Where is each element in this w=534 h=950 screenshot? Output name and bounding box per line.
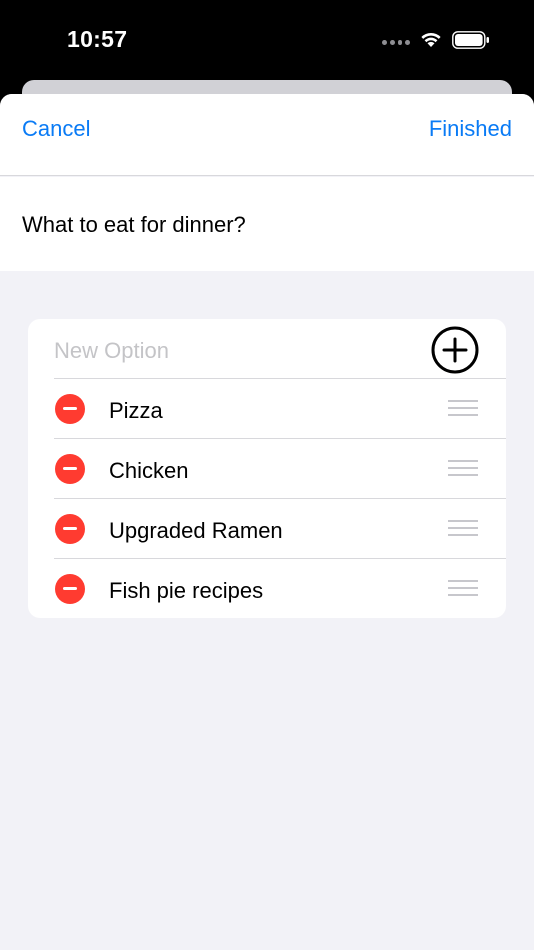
- cancel-button[interactable]: Cancel: [22, 116, 90, 142]
- reorder-handle-icon[interactable]: [448, 520, 478, 537]
- edit-poll-sheet: Cancel Finished What to eat for dinner? …: [0, 94, 534, 950]
- wifi-icon: [421, 32, 441, 47]
- list-item: Fish pie recipes: [54, 558, 506, 618]
- finished-button[interactable]: Finished: [429, 116, 512, 142]
- question-text: What to eat for dinner?: [22, 212, 246, 237]
- list-item: Upgraded Ramen: [54, 498, 506, 558]
- options-list: New Option Pizza Chicken Upgraded Ramen …: [28, 319, 506, 618]
- option-label: Pizza: [109, 398, 163, 423]
- reorder-handle-icon[interactable]: [448, 580, 478, 597]
- status-bar: 10:57: [0, 0, 534, 80]
- navigation-bar: Cancel Finished: [0, 94, 534, 176]
- remove-circle-icon[interactable]: [55, 574, 85, 604]
- new-option-input[interactable]: New Option: [54, 338, 169, 364]
- battery-icon: [452, 31, 489, 49]
- list-item: Pizza: [54, 378, 506, 438]
- reorder-handle-icon[interactable]: [448, 400, 478, 417]
- remove-circle-icon[interactable]: [55, 514, 85, 544]
- list-item: Chicken: [54, 438, 506, 498]
- new-option-row: New Option: [54, 319, 506, 379]
- reorder-handle-icon[interactable]: [448, 460, 478, 477]
- status-time: 10:57: [67, 26, 128, 52]
- question-field[interactable]: What to eat for dinner?: [0, 177, 534, 271]
- add-circle-icon[interactable]: [431, 326, 479, 374]
- option-label: Upgraded Ramen: [109, 518, 283, 543]
- remove-circle-icon[interactable]: [55, 454, 85, 484]
- option-label: Chicken: [109, 458, 189, 483]
- cellular-dots-icon: [382, 40, 410, 46]
- option-label: Fish pie recipes: [109, 578, 264, 603]
- remove-circle-icon[interactable]: [55, 394, 85, 424]
